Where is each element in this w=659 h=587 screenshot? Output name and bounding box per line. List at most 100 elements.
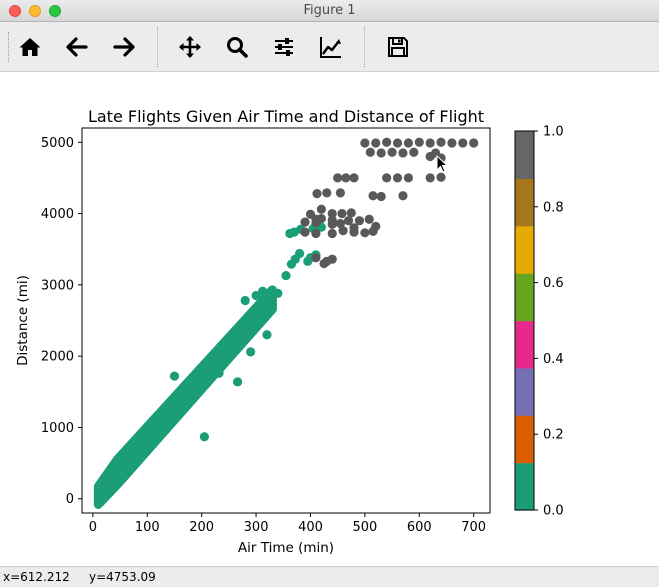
colorbar-segment [515,273,534,322]
y-tick-label: 5000 [41,136,74,151]
data-point-late [382,173,392,183]
data-point-late [436,172,446,182]
scatter-chart[interactable]: 0 100 200 300 400 500 600 700 0 1000 2000 3000 4000 5… [0,72,659,566]
data-point-late [368,191,378,201]
colorbar-segment [515,225,534,274]
cursor-x-readout: x=612.212 [3,570,70,584]
colorbar-tick-label: 0.6 [543,276,564,291]
data-point-on-time [232,377,243,387]
navigation-toolbar [0,22,659,72]
data-point-late [425,151,435,162]
pan-button[interactable] [177,34,203,60]
data-point-late [349,173,359,183]
data-point-late [335,188,345,198]
move-arrows-icon [179,36,201,58]
colorbar-segment [515,178,534,227]
colorbar-segment [515,462,534,511]
data-point-late [337,208,347,219]
data-point-late [360,138,370,148]
colorbar-segment [515,320,534,369]
data-point-on-time [267,285,277,296]
toolbar-separator [157,27,158,67]
data-point-late [311,253,321,263]
data-point-late [319,258,329,269]
data-point-late [364,214,374,224]
arrow-left-icon [66,37,88,57]
data-point-on-time [303,256,313,266]
data-point-on-time [214,368,224,378]
data-point-late [338,226,348,236]
x-tick-label: 400 [298,520,323,535]
zoom-button[interactable] [224,34,250,60]
line-chart-icon [320,37,341,58]
colorbar-tick-label: 1.0 [543,125,564,140]
data-point-late [311,218,321,228]
save-button[interactable] [385,34,411,60]
data-point-late [387,147,397,157]
data-point-late [425,173,435,183]
edit-axes-button[interactable] [318,34,344,60]
data-point-late [403,138,413,148]
data-point-late [425,138,435,148]
data-point-late [327,254,337,264]
colorbar-tick-label: 0.4 [543,352,564,367]
data-point-late [447,138,457,148]
data-point-on-time [290,254,300,264]
sliders-icon [275,38,293,56]
data-point-late [312,188,322,199]
colorbar-segment [515,367,534,416]
data-point-on-time [169,371,180,381]
data-point-late [349,227,359,237]
data-point-late [392,138,403,148]
data-point-late [414,137,424,147]
data-point-late [403,173,413,183]
y-tick-label: 1000 [41,421,74,436]
window-title: Figure 1 [303,3,356,18]
forward-button[interactable] [111,34,137,60]
x-axis-label: Air Time (min) [238,540,334,556]
data-point-late [376,148,386,158]
x-tick-label: 300 [244,520,269,535]
data-point-late [398,191,408,201]
x-tick-label: 0 [89,520,97,535]
back-button[interactable] [64,34,90,60]
home-icon [19,38,41,56]
window-titlebar: Figure 1 [0,0,659,22]
colorbar-tick-label: 0.2 [543,428,564,443]
toolbar-grip [8,32,9,62]
data-point-late [398,148,408,158]
data-point-late [392,173,403,183]
x-tick-label: 500 [352,520,377,535]
y-tick-label: 4000 [41,207,74,222]
arrow-right-icon [113,37,135,57]
data-point-on-time [246,347,256,357]
floppy-disk-icon [388,37,408,57]
data-point-late [311,228,321,239]
status-bar: x=612.212 y=4753.09 [0,566,659,587]
data-point-late [409,147,419,157]
colorbar-segment [515,415,534,464]
data-point-late [469,138,479,148]
data-point-late [300,217,310,227]
colorbar-tick-label: 0.8 [543,200,564,215]
y-tick-label: 3000 [41,278,74,293]
configure-subplots-button[interactable] [271,34,297,60]
data-point-late [436,137,446,147]
chart-title: Late Flights Given Air Time and Distance… [88,107,484,126]
x-tick-label: 200 [189,520,214,535]
figure-canvas[interactable]: 0 100 200 300 400 500 600 700 0 1000 2000 3000 4000 5… [0,72,659,566]
home-button[interactable] [17,34,43,60]
data-point-late [333,173,343,183]
x-tick-label: 700 [461,520,486,535]
y-tick-label: 0 [66,492,74,507]
data-point-late [365,147,375,157]
data-point-late [316,204,326,214]
data-point-late [376,191,386,202]
data-point-late [341,173,351,183]
y-tick-label: 2000 [41,350,74,365]
y-axis-label: Distance (mi) [15,275,31,366]
data-point-late [300,227,310,237]
data-point-on-time [262,330,272,340]
colorbar-tick-label: 0.0 [543,504,564,519]
colorbar-segment [515,131,534,179]
